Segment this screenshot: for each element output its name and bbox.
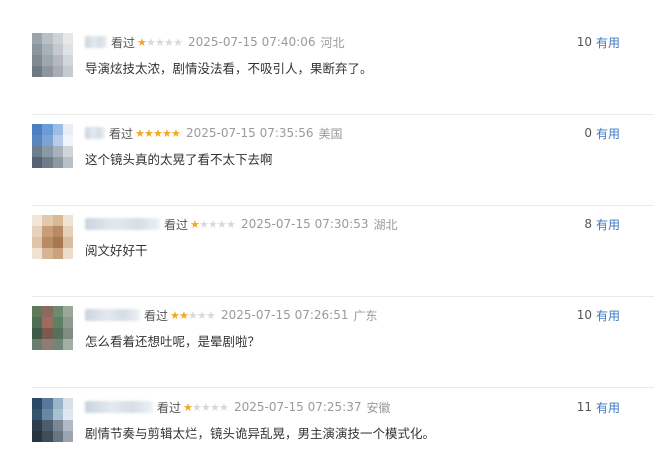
useful-votes: 0 有用 xyxy=(584,124,620,142)
username[interactable]: ABCDEFG xyxy=(85,36,107,48)
comment-location: 美国 xyxy=(318,126,343,141)
comment-meta: ABCDEFGHI看过★★★★★2025-07-15 07:25:37安徽 xyxy=(85,398,390,416)
comment-item: ABCDEFGHI看过★★★★★2025-07-15 07:25:37安徽11有… xyxy=(0,388,660,471)
comment-time: 2025-07-15 07:25:37 xyxy=(234,400,362,414)
username[interactable]: AB W xyxy=(85,127,105,139)
comment-item: ABCDEFGHIJK看过★★★★★2025-07-15 07:30:53湖北8… xyxy=(0,205,660,297)
star-icon: ★ xyxy=(208,217,218,231)
star-icon: ★ xyxy=(173,35,183,49)
rating-stars: ★ ★ ★ ★ ★ xyxy=(135,126,181,140)
star-icon: ★ xyxy=(135,126,145,140)
comment-text: 这个镜头真的太晃了看不太下去啊 xyxy=(85,152,273,167)
star-icon: ★ xyxy=(170,308,180,322)
star-icon: ★ xyxy=(219,400,229,414)
star-icon: ★ xyxy=(137,35,147,49)
avatar[interactable] xyxy=(32,398,73,442)
vote-count: 11 xyxy=(576,400,592,414)
star-icon: ★ xyxy=(217,217,227,231)
useful-button[interactable]: 有用 xyxy=(596,307,620,324)
avatar[interactable] xyxy=(32,215,73,259)
comment-location: 安徽 xyxy=(366,400,391,415)
comment-location: 河北 xyxy=(320,35,345,50)
watched-label: 看过 xyxy=(111,35,136,50)
star-icon: ★ xyxy=(190,217,200,231)
watched-label: 看过 xyxy=(144,308,169,323)
star-icon: ★ xyxy=(171,126,181,140)
comment-item: AB W看过★★★★★2025-07-15 07:35:56美国0有用这个镜头真… xyxy=(0,114,660,206)
watched-label: 看过 xyxy=(164,217,189,232)
star-icon: ★ xyxy=(155,35,165,49)
star-icon: ★ xyxy=(144,126,154,140)
star-icon: ★ xyxy=(153,126,163,140)
useful-votes: 10 有用 xyxy=(577,306,620,324)
vote-count: 10 xyxy=(576,35,592,49)
useful-votes: 11 有用 xyxy=(577,398,620,416)
star-icon: ★ xyxy=(179,308,189,322)
vote-count: 10 xyxy=(576,308,592,322)
rating-stars: ★ ★ ★ ★ ★ xyxy=(137,35,183,49)
comment-item: ABCDEFGH看过★★★★★2025-07-15 07:26:51广东10有用… xyxy=(0,296,660,388)
comment-location: 湖北 xyxy=(373,217,398,232)
useful-votes: 8 有用 xyxy=(584,215,620,233)
star-icon: ★ xyxy=(206,308,216,322)
star-icon: ★ xyxy=(201,400,211,414)
star-icon: ★ xyxy=(164,35,174,49)
username[interactable]: ABCDEFGHIJK xyxy=(85,218,160,230)
useful-button[interactable]: 有用 xyxy=(596,34,620,51)
star-icon: ★ xyxy=(192,400,202,414)
watched-label: 看过 xyxy=(157,400,182,415)
comment-location: 广东 xyxy=(353,308,378,323)
vote-count: 8 xyxy=(584,217,592,231)
star-icon: ★ xyxy=(162,126,172,140)
comment-text: 导演炫技太浓，剧情没法看，不吸引人，果断弃了。 xyxy=(85,61,373,76)
comment-meta: ABCDEFG看过★★★★★2025-07-15 07:40:06河北 xyxy=(85,33,344,51)
rating-stars: ★ ★ ★ ★ ★ xyxy=(183,400,229,414)
vote-count: 0 xyxy=(584,126,592,140)
star-icon: ★ xyxy=(183,400,193,414)
rating-stars: ★ ★ ★ ★ ★ xyxy=(190,217,236,231)
rating-stars: ★ ★ ★ ★ ★ xyxy=(170,308,216,322)
avatar[interactable] xyxy=(32,33,73,77)
comment-time: 2025-07-15 07:30:53 xyxy=(241,217,369,231)
comment-text: 剧情节奏与剪辑太烂，镜头诡异乱晃，男主演演技一个模式化。 xyxy=(85,426,436,441)
comment-text: 阅文好好干 xyxy=(85,243,148,258)
comment-time: 2025-07-15 07:26:51 xyxy=(221,308,349,322)
username[interactable]: ABCDEFGHI xyxy=(85,401,153,413)
comment-time: 2025-07-15 07:40:06 xyxy=(188,35,316,49)
star-icon: ★ xyxy=(197,308,207,322)
useful-button[interactable]: 有用 xyxy=(596,399,620,416)
watched-label: 看过 xyxy=(109,126,134,141)
comment-meta: ABCDEFGH看过★★★★★2025-07-15 07:26:51广东 xyxy=(85,306,377,324)
star-icon: ★ xyxy=(226,217,236,231)
comment-item: ABCDEFG看过★★★★★2025-07-15 07:40:06河北10有用导… xyxy=(0,23,660,115)
star-icon: ★ xyxy=(188,308,198,322)
useful-button[interactable]: 有用 xyxy=(596,216,620,233)
comment-meta: AB W看过★★★★★2025-07-15 07:35:56美国 xyxy=(85,124,342,142)
avatar[interactable] xyxy=(32,124,73,168)
comment-time: 2025-07-15 07:35:56 xyxy=(186,126,314,140)
useful-button[interactable]: 有用 xyxy=(596,125,620,142)
comment-meta: ABCDEFGHIJK看过★★★★★2025-07-15 07:30:53湖北 xyxy=(85,215,397,233)
avatar[interactable] xyxy=(32,306,73,350)
star-icon: ★ xyxy=(210,400,220,414)
star-icon: ★ xyxy=(146,35,156,49)
useful-votes: 10 有用 xyxy=(577,33,620,51)
star-icon: ★ xyxy=(199,217,209,231)
username[interactable]: ABCDEFGH xyxy=(85,309,140,321)
comment-list: ABCDEFG看过★★★★★2025-07-15 07:40:06河北10有用导… xyxy=(0,0,660,471)
comment-text: 怎么看着还想吐呢，是晕剧啦？ xyxy=(85,334,261,349)
